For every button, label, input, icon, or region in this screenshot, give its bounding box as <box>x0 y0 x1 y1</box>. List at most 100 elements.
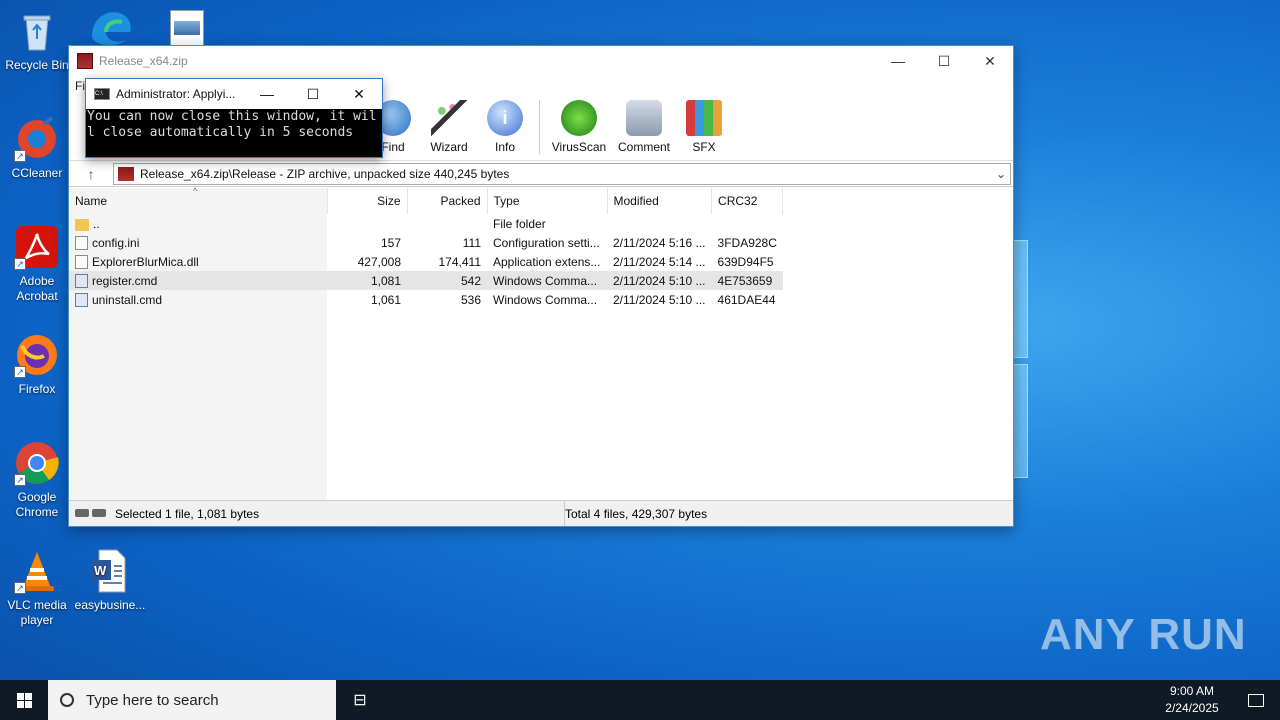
notification-icon <box>1248 693 1264 707</box>
column-header-crc32[interactable]: CRC32 <box>711 188 784 214</box>
search-icon <box>60 693 74 707</box>
taskbar-search[interactable]: Type here to search <box>48 680 336 720</box>
table-row-selected[interactable]: register.cmd 1,081 542 Windows Comma... … <box>69 271 783 290</box>
desktop-icon-vlc[interactable]: ↗ VLC media player <box>1 548 73 628</box>
desktop-icon-google-chrome[interactable]: ↗ Google Chrome <box>1 440 73 520</box>
cmd-file-icon <box>75 273 88 288</box>
file-table: Name ^ Size Packed Type Modified CRC32 ..… <box>69 186 784 309</box>
desktop-icon-label: easybusine... <box>74 598 146 612</box>
shortcut-arrow-icon: ↗ <box>14 366 26 378</box>
column-header-packed[interactable]: Packed <box>407 188 488 214</box>
firefox-icon: ↗ <box>14 332 60 378</box>
path-dropdown[interactable]: Release_x64.zip\Release - ZIP archive, u… <box>113 162 1011 185</box>
toolbar-virusscan-button[interactable]: VirusScan <box>546 100 612 154</box>
shortcut-arrow-icon: ↗ <box>14 582 26 594</box>
taskbar: Type here to search ⊟ 9:00 AM 2/24/2025 <box>0 680 1280 720</box>
task-view-icon: ⊟ <box>353 692 367 709</box>
drive-icon <box>75 509 107 518</box>
vlc-icon: ↗ <box>14 548 60 594</box>
toolbar-label: SFX <box>692 140 716 154</box>
table-row[interactable]: .. File folder <box>69 214 783 233</box>
shortcut-arrow-icon: ↗ <box>14 474 26 486</box>
desktop-icon-recycle-bin[interactable]: Recycle Bin <box>1 8 73 73</box>
path-text: Release_x64.zip\Release - ZIP archive, u… <box>140 166 510 181</box>
file-list[interactable]: Name ^ Size Packed Type Modified CRC32 ..… <box>69 186 1013 501</box>
taskbar-clock[interactable]: 9:00 AM 2/24/2025 <box>1152 683 1232 717</box>
menu-file[interactable]: Fi <box>75 79 85 93</box>
watermark: ANY RUN <box>1040 610 1247 659</box>
start-button[interactable] <box>0 680 48 720</box>
edge-icon <box>92 12 131 45</box>
close-button[interactable]: ✕ <box>336 79 382 109</box>
winrar-titlebar[interactable]: Release_x64.zip — ☐ ✕ <box>69 46 1013 76</box>
virusscan-icon <box>561 100 597 136</box>
toolbar-wizard-button[interactable]: Wizard <box>421 100 477 154</box>
winrar-title: Release_x64.zip <box>99 54 188 68</box>
notification-button[interactable] <box>1232 680 1280 720</box>
toolbar-comment-button[interactable]: Comment <box>612 100 676 154</box>
desktop-icon-label: VLC media player <box>7 598 67 627</box>
image-thumbnail-icon <box>174 21 200 35</box>
console-titlebar[interactable]: C:\ Administrator: Applyi... — ☐ ✕ <box>86 79 382 109</box>
toolbar-label: Wizard <box>430 140 468 154</box>
shortcut-arrow-icon: ↗ <box>14 150 26 162</box>
desktop-icon-edge[interactable] <box>88 6 134 46</box>
wizard-icon <box>431 100 467 136</box>
winrar-app-icon <box>77 53 93 69</box>
desktop-icon-label: Adobe Acrobat <box>16 274 58 303</box>
recycle-bin-icon <box>14 8 60 54</box>
desktop-icon-image-file[interactable] <box>170 10 204 46</box>
adobe-acrobat-icon: ↗ <box>14 224 60 270</box>
console-title: Administrator: Applyi... <box>116 87 236 101</box>
comment-icon <box>626 100 662 136</box>
desktop-icon-label: CCleaner <box>11 166 63 180</box>
desktop-icon-label: Recycle Bin <box>5 58 69 72</box>
column-header-modified[interactable]: Modified <box>607 188 713 214</box>
settings-file-icon <box>75 235 88 250</box>
info-icon: i <box>487 100 523 136</box>
toolbar-label: Comment <box>617 140 670 154</box>
console-output: You can now close this window, it will c… <box>87 109 377 140</box>
desktop-icon-firefox[interactable]: ↗ Firefox <box>1 332 73 397</box>
windows-logo-icon <box>16 692 32 708</box>
toolbar-label: Info <box>494 140 515 154</box>
toolbar-sfx-button[interactable]: SFX <box>676 100 732 154</box>
column-header-size[interactable]: Size <box>327 188 408 214</box>
clock-date: 2/24/2025 <box>1165 701 1219 715</box>
chevron-down-icon[interactable]: ⌄ <box>992 167 1010 181</box>
maximize-button[interactable]: ☐ <box>290 79 336 109</box>
column-header-row: Name ^ Size Packed Type Modified CRC32 <box>69 186 784 214</box>
console-app-icon: C:\ <box>94 88 110 100</box>
svg-text:W: W <box>94 563 107 578</box>
minimize-button[interactable]: — <box>875 46 921 76</box>
console-window[interactable]: C:\ Administrator: Applyi... — ☐ ✕ You c… <box>85 78 383 158</box>
chrome-icon: ↗ <box>14 440 60 486</box>
search-placeholder: Type here to search <box>86 691 219 709</box>
word-document-icon: W <box>87 548 133 594</box>
maximize-button[interactable]: ☐ <box>921 46 967 76</box>
desktop-icon-label: Firefox <box>18 382 56 396</box>
close-button[interactable]: ✕ <box>967 46 1013 76</box>
table-row[interactable]: ExplorerBlurMica.dll 427,008 174,411 App… <box>69 252 783 271</box>
minimize-button[interactable]: — <box>244 79 290 109</box>
shortcut-arrow-icon: ↗ <box>14 258 26 270</box>
path-bar: ↑ Release_x64.zip\Release - ZIP archive,… <box>69 161 1013 187</box>
toolbar-label: Find <box>381 140 405 154</box>
desktop-icon-adobe-acrobat[interactable]: ↗ Adobe Acrobat <box>1 224 73 304</box>
column-header-name[interactable]: Name ^ <box>69 186 328 214</box>
dll-file-icon <box>75 254 88 269</box>
folder-icon <box>75 218 89 231</box>
desktop-icon-easybusiness-doc[interactable]: W easybusine... <box>74 548 146 613</box>
desktop-icon-ccleaner[interactable]: ↗ CCleaner <box>1 116 73 181</box>
sfx-icon <box>686 100 722 136</box>
toolbar-info-button[interactable]: i Info <box>477 100 533 154</box>
table-row[interactable]: config.ini 157 111 Configuration setti..… <box>69 233 783 252</box>
task-view-button[interactable]: ⊟ <box>336 680 384 720</box>
desktop-icon-label: Google Chrome <box>15 490 59 519</box>
archive-icon <box>118 166 134 181</box>
column-header-type[interactable]: Type <box>487 188 608 214</box>
status-total: Total 4 files, 429,307 bytes <box>565 506 708 521</box>
table-row[interactable]: uninstall.cmd 1,061 536 Windows Comma...… <box>69 290 783 309</box>
up-arrow-icon[interactable]: ↑ <box>69 166 113 182</box>
toolbar-label: VirusScan <box>551 140 607 154</box>
